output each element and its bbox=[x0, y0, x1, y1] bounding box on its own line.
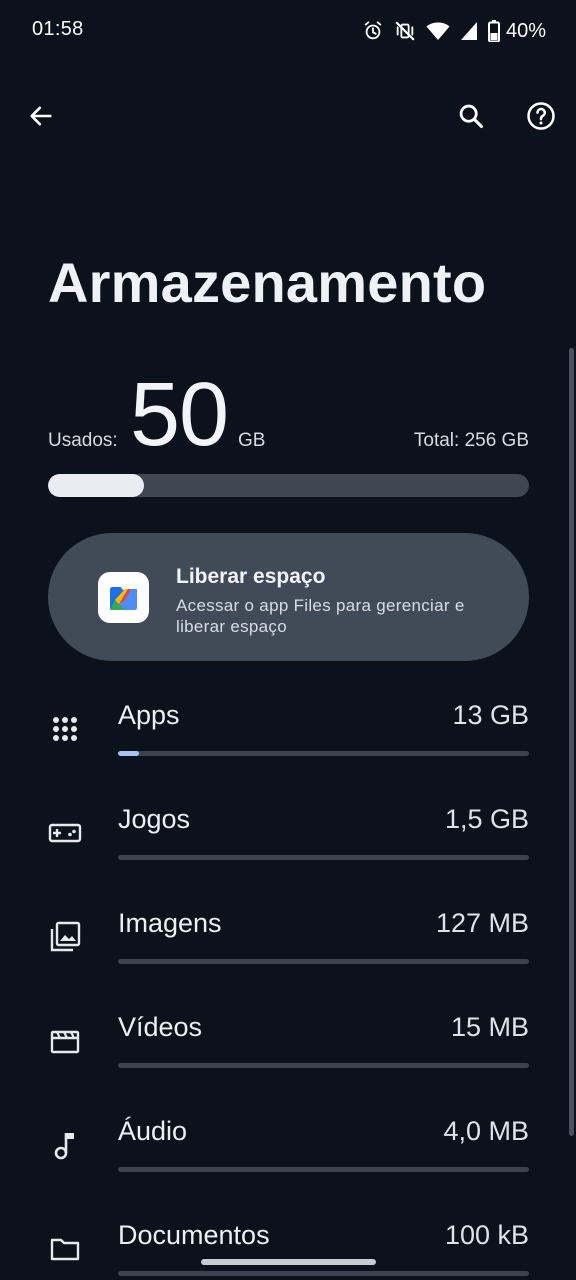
category-size: 13 GB bbox=[452, 700, 529, 730]
battery-percentage: 40% bbox=[505, 19, 546, 42]
category-videos[interactable]: Vídeos 15 MB bbox=[0, 1002, 576, 1106]
wifi-icon bbox=[426, 20, 450, 42]
category-usage-bar bbox=[118, 751, 529, 756]
page-title: Armazenamento bbox=[48, 251, 487, 314]
search-button[interactable] bbox=[447, 94, 495, 142]
category-label: Áudio bbox=[118, 1116, 188, 1146]
category-label: Vídeos bbox=[118, 1012, 203, 1042]
storage-screen: 01:58 40% Armazenamento Usados: 50 GB To… bbox=[0, 0, 576, 1280]
free-up-title: Liberar espaço bbox=[176, 565, 326, 588]
category-usage-bar bbox=[118, 855, 529, 860]
category-usage-bar bbox=[118, 1063, 529, 1068]
category-usage-bar bbox=[118, 959, 529, 964]
storage-usage-bar bbox=[48, 474, 529, 497]
gamepad-icon bbox=[46, 814, 84, 852]
photo-library-icon bbox=[46, 918, 84, 956]
files-app-icon bbox=[98, 572, 149, 623]
category-size: 1,5 GB bbox=[444, 804, 529, 834]
used-value: 50 bbox=[130, 365, 229, 465]
category-apps[interactable]: Apps 13 GB bbox=[0, 690, 576, 794]
scrollbar[interactable] bbox=[569, 348, 574, 1136]
category-documents[interactable]: Documentos 100 kB bbox=[0, 1210, 576, 1280]
search-icon bbox=[457, 102, 485, 135]
category-usage-bar bbox=[118, 1271, 529, 1276]
gesture-nav-handle[interactable] bbox=[201, 1259, 376, 1265]
vibrate-off-icon bbox=[394, 20, 416, 42]
help-button[interactable] bbox=[517, 94, 565, 142]
used-label: Usados: bbox=[48, 430, 118, 451]
cell-signal-icon bbox=[460, 21, 478, 41]
movie-icon bbox=[46, 1022, 84, 1060]
category-usage-fill bbox=[118, 751, 139, 756]
category-label: Imagens bbox=[118, 908, 222, 938]
top-app-bar bbox=[0, 88, 576, 148]
category-images[interactable]: Imagens 127 MB bbox=[0, 898, 576, 1002]
alarm-icon bbox=[362, 20, 384, 42]
category-usage-bar bbox=[118, 1167, 529, 1172]
category-label: Jogos bbox=[118, 804, 191, 834]
used-unit: GB bbox=[238, 430, 266, 451]
status-time: 01:58 bbox=[32, 18, 84, 40]
status-bar: 01:58 40% bbox=[0, 0, 576, 62]
free-up-space-card[interactable]: Liberar espaço Acessar o app Files para … bbox=[48, 533, 529, 661]
arrow-back-icon bbox=[27, 102, 55, 135]
status-icons: 40% bbox=[362, 16, 546, 46]
total-capacity: Total: 256 GB bbox=[413, 430, 529, 451]
category-label: Apps bbox=[118, 700, 180, 730]
back-button[interactable] bbox=[17, 94, 65, 142]
free-up-subtitle: Acessar o app Files para gerenciar e lib… bbox=[176, 596, 465, 636]
category-audio[interactable]: Áudio 4,0 MB bbox=[0, 1106, 576, 1210]
category-size: 127 MB bbox=[435, 908, 529, 938]
storage-usage-fill bbox=[48, 474, 145, 497]
apps-grid-icon bbox=[46, 710, 84, 748]
category-label: Documentos bbox=[118, 1220, 270, 1250]
category-size: 100 kB bbox=[444, 1220, 529, 1250]
help-circle-icon bbox=[526, 101, 556, 136]
battery-icon bbox=[487, 20, 500, 42]
category-size: 15 MB bbox=[450, 1012, 529, 1042]
folder-icon bbox=[46, 1230, 84, 1268]
category-games[interactable]: Jogos 1,5 GB bbox=[0, 794, 576, 898]
music-note-icon bbox=[46, 1126, 84, 1164]
category-size: 4,0 MB bbox=[443, 1116, 529, 1146]
